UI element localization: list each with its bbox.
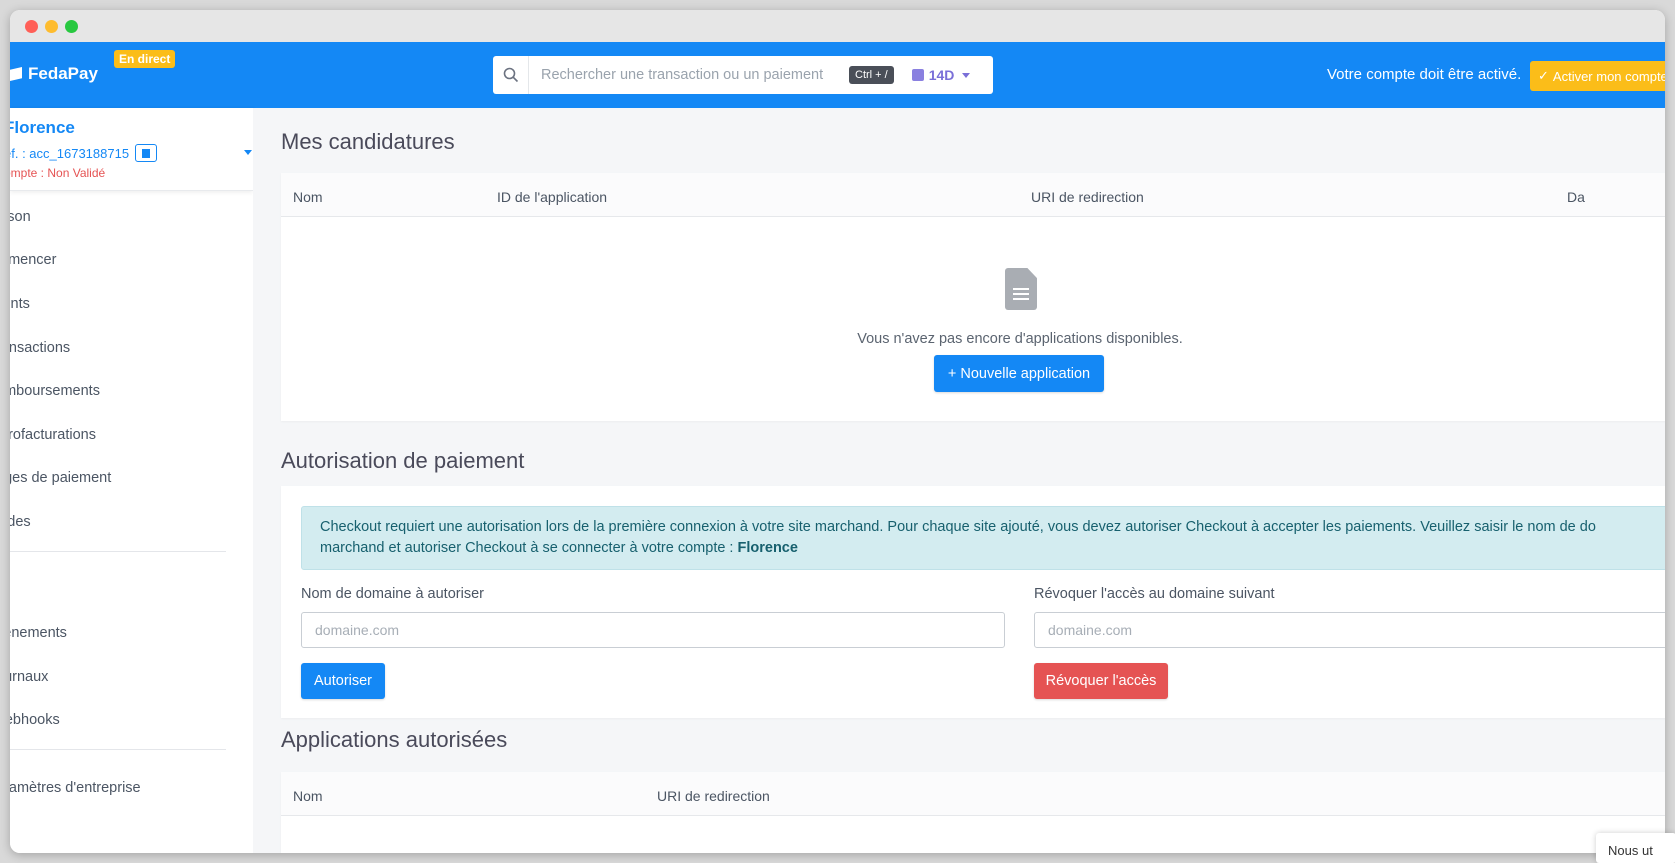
plus-icon: + [947,365,957,382]
maximize-window-icon[interactable] [65,20,78,33]
sidebar-divider [10,551,226,552]
account-ref-text: éf. : acc_1673188715 [10,145,130,161]
sidebar-item-refunds[interactable]: emboursements [10,383,100,399]
live-mode-badge[interactable]: En direct [114,50,176,68]
browser-window: FedaPay En direct Ctrl + / 14D Votre com… [10,10,1665,853]
column-header: Da [1567,189,1585,205]
alert-line-1: Checkout requiert une autorisation lors … [320,519,1596,535]
new-application-label: Nouvelle application [960,365,1091,382]
chat-widget-toast[interactable]: Nous ut [1596,833,1675,863]
empty-state-text: Vous n'avez pas encore d'applications di… [857,331,1183,347]
alert-line-2: marchand et autoriser Checkout à se conn… [320,538,1665,559]
revoke-domain-label: Révoquer l'accès au domaine suivant [1034,586,1275,602]
search-shortcut-badge: Ctrl + / [849,66,894,84]
sidebar-item-logs[interactable]: ournaux [10,669,48,685]
brand-name: FedaPay [28,64,98,83]
period-dropdown[interactable]: 14D [911,67,971,83]
check-icon: ✓ [1538,68,1549,83]
close-window-icon[interactable] [25,20,38,33]
account-name: Florence [10,118,75,137]
authorized-apps-table: Nom URI de redirection [281,772,1665,853]
search-icon [493,56,529,94]
account-chevron-down-icon[interactable] [244,150,252,155]
account-switcher[interactable]: Florence éf. : acc_1673188715 ompte : No… [10,108,253,191]
copy-icon [142,148,151,158]
alert-line-2-text: marchand et autoriser Checkout à se conn… [320,540,738,556]
brand-logo[interactable]: FedaPay [10,64,98,84]
top-navbar: FedaPay En direct Ctrl + / 14D Votre com… [10,42,1665,108]
account-status: ompte : Non Validé [10,166,106,180]
column-header: URI de redirection [1031,189,1144,205]
new-application-button[interactable]: + Nouvelle application [934,355,1104,392]
document-icon [1005,268,1037,310]
sidebar-item-chargebacks[interactable]: étrofacturations [10,427,96,443]
sidebar-item-home[interactable]: aison [10,209,31,225]
authorize-domain-input[interactable] [301,612,1005,648]
table-header: Nom URI de redirection [281,772,1665,816]
activate-account-label: Activer mon compte [1552,68,1665,84]
candidatures-table: Nom ID de l'application URI de redirecti… [281,173,1665,421]
authorization-card: Checkout requiert une autorisation lors … [281,486,1665,718]
sidebar-item-clients[interactable]: lients [10,296,30,312]
period-value: 14D [928,67,955,83]
sidebar-item-webhooks[interactable]: Vebhooks [10,712,60,728]
authorize-button[interactable]: Autoriser [301,663,385,699]
candidatures-title: Mes candidatures [281,129,455,154]
authorization-title: Autorisation de paiement [281,448,525,473]
column-header: URI de redirection [657,788,770,804]
search-input[interactable] [529,67,841,83]
authorized-apps-title: Applications autorisées [281,727,508,752]
sidebar-item-events[interactable]: vénements [10,625,67,641]
main-content: Mes candidatures Nom ID de l'application… [253,108,1665,853]
sidebar-item-get-started[interactable]: mmencer [10,252,56,268]
sidebar-item-payment-pages[interactable]: ages de paiement [10,470,111,486]
calendar-icon [911,69,924,81]
column-header: Nom [293,189,323,205]
minimize-window-icon[interactable] [45,20,58,33]
revoke-access-button[interactable]: Révoquer l'accès [1034,663,1168,699]
fedapay-logo-icon [10,67,22,81]
info-alert: Checkout requiert une autorisation lors … [301,506,1665,570]
search-bar: Ctrl + / 14D [493,56,993,94]
activate-account-button[interactable]: ✓ Activer mon compte [1530,61,1665,91]
authorize-domain-label: Nom de domaine à autoriser [301,586,484,602]
sidebar-divider [10,749,226,750]
sidebar-item-transactions[interactable]: ransactions [10,340,70,356]
sidebar: Florence éf. : acc_1673188715 ompte : No… [10,108,253,853]
alert-account-name: Florence [737,540,798,556]
chevron-down-icon [962,72,971,78]
column-header: ID de l'application [497,189,608,205]
window-titlebar [10,10,1665,42]
sidebar-item-business-settings[interactable]: aramètres d'entreprise [10,780,141,796]
sidebar-item-balances[interactable]: oldes [10,514,31,530]
table-header: Nom ID de l'application URI de redirecti… [281,173,1665,217]
revoke-domain-input[interactable] [1034,612,1665,648]
account-ref: éf. : acc_1673188715 [10,144,158,162]
activation-notice: Votre compte doit être activé. [1327,66,1522,83]
copy-ref-button[interactable] [135,144,158,162]
column-header: Nom [293,788,323,804]
